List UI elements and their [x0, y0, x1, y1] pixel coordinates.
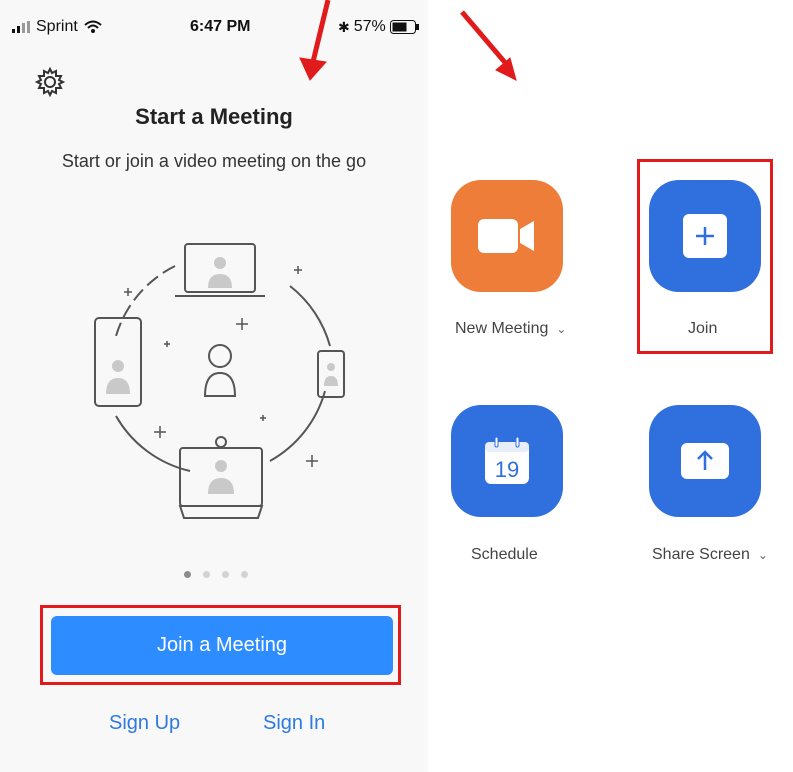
- annotation-arrows: [299, 0, 517, 81]
